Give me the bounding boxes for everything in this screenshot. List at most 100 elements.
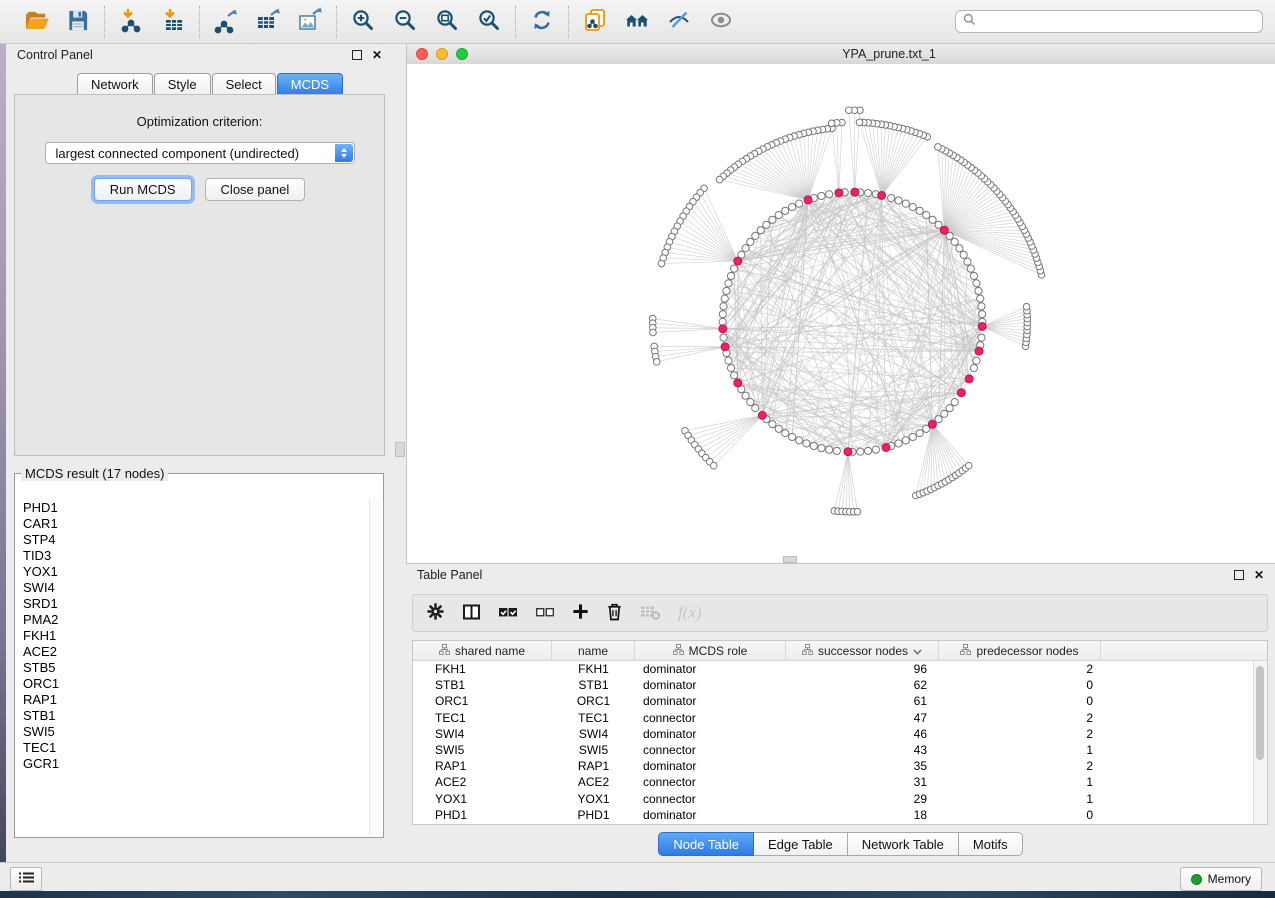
table-row[interactable]: YOX1YOX1connector291 [413,791,1267,807]
mcds-result-item[interactable]: ORC1 [23,676,369,692]
window-minimize-button[interactable] [436,48,448,60]
mcds-result-item[interactable]: YOX1 [23,564,369,580]
mcds-result-title: MCDS result (17 nodes) [21,466,168,481]
zoom-fit-button[interactable] [432,6,462,38]
table-scrollbar[interactable] [1253,661,1267,824]
export-image-button[interactable] [295,6,325,38]
mcds-result-item[interactable]: FKH1 [23,628,369,644]
close-panel-icon[interactable]: ✕ [372,49,382,61]
tab-edge-table[interactable]: Edge Table [754,832,848,856]
mcds-result-item[interactable]: STB1 [23,708,369,724]
first-neighbors-button[interactable] [622,6,652,38]
mcds-result-item[interactable]: TID3 [23,548,369,564]
mcds-result-item[interactable]: CAR1 [23,516,369,532]
mcds-result-item[interactable]: STB5 [23,660,369,676]
export-table-button[interactable] [253,6,283,38]
cell-name: YOX1 [552,792,635,806]
tab-style[interactable]: Style [154,73,211,95]
column-visibility-button[interactable] [462,603,481,624]
table-panel-title: Table Panel [417,568,482,582]
mcds-result-item[interactable]: SWI4 [23,580,369,596]
cell-predecessor-nodes: 1 [939,775,1101,789]
column-header-successor-nodes[interactable]: successor nodes [786,641,939,660]
tab-network-table[interactable]: Network Table [848,832,959,856]
tab-node-table[interactable]: Node Table [658,832,754,856]
mcds-result-item[interactable]: PHD1 [23,500,369,516]
window-zoom-button[interactable] [456,48,468,60]
tab-select[interactable]: Select [212,73,276,95]
network-canvas[interactable] [407,64,1275,563]
cell-shared-name: SWI5 [413,743,552,757]
export-table-icon [255,8,281,35]
hide-graphics-button[interactable] [664,6,694,38]
desktop-wallpaper-bottom [0,891,1275,898]
delete-table-button [640,603,661,624]
mcds-result-item[interactable]: ACE2 [23,644,369,660]
mcds-result-item[interactable]: SWI5 [23,724,369,740]
table-row[interactable]: PHD1PHD1dominator180 [413,807,1267,823]
zoom-out-button[interactable] [390,6,420,38]
table-row[interactable]: SWI5SWI5connector431 [413,742,1267,758]
table-row[interactable]: TEC1TEC1connector472 [413,710,1267,726]
splitter-grip[interactable] [395,442,405,457]
task-history-button[interactable] [10,867,42,891]
column-header-name[interactable]: name [552,641,635,660]
export-network-button[interactable] [211,6,241,38]
control-panel-titlebar: Control Panel ✕ [6,44,393,66]
table-options-gear-button[interactable] [426,602,445,624]
deselect-all-rows-button[interactable] [535,604,555,623]
tab-motifs[interactable]: Motifs [959,832,1023,856]
memory-button[interactable]: Memory [1180,867,1262,891]
float-table-panel-icon[interactable] [1234,570,1244,580]
mcds-result-item[interactable]: STP4 [23,532,369,548]
cell-successor-nodes: 46 [786,727,939,741]
horizontal-splitter-grip[interactable] [783,556,797,563]
column-header-shared-name[interactable]: shared name [413,641,552,660]
close-panel-button[interactable]: Close panel [205,178,306,201]
table-row[interactable]: ACE2ACE2connector311 [413,774,1267,790]
tab-mcds[interactable]: MCDS [277,73,343,95]
table-scrollbar-thumb[interactable] [1256,666,1264,760]
optimization-criterion-select[interactable]: largest connected component (undirected) [45,142,355,164]
import-network-button[interactable] [116,6,146,38]
select-all-rows-button[interactable] [498,604,518,623]
table-header-row: shared namenameMCDS rolesuccessor nodesp… [413,641,1267,661]
mcds-result-item[interactable]: GCR1 [23,756,369,772]
close-table-panel-icon[interactable]: ✕ [1254,569,1264,581]
float-panel-icon[interactable] [352,50,362,60]
show-graphics-button[interactable] [706,6,736,38]
select-all-rows-icon [498,604,518,623]
search-input[interactable] [981,14,1255,30]
search-field [955,10,1263,33]
table-row[interactable]: STB1STB1dominator620 [413,677,1267,693]
zoom-in-button[interactable] [348,6,378,38]
mcds-result-scrollbar[interactable] [369,499,381,835]
table-toolbar: f(x) [412,594,1268,632]
cell-name: TEC1 [552,711,635,725]
open-session-button[interactable] [21,6,51,38]
mcds-result-item[interactable]: RAP1 [23,692,369,708]
clone-network-button[interactable] [580,6,610,38]
window-close-button[interactable] [416,48,428,60]
table-row[interactable]: ORC1ORC1dominator610 [413,693,1267,709]
mcds-result-item[interactable]: TEC1 [23,740,369,756]
create-column-button[interactable] [572,603,589,623]
cell-shared-name: RAP1 [413,759,552,773]
table-row[interactable]: FKH1FKH1dominator962 [413,661,1267,677]
run-mcds-button[interactable]: Run MCDS [94,178,192,201]
zoom-selected-button[interactable] [474,6,504,38]
panel-splitter[interactable] [393,44,406,862]
save-session-button[interactable] [63,6,93,38]
tab-network[interactable]: Network [77,73,153,95]
cell-shared-name: STB1 [413,678,552,692]
import-table-button[interactable] [158,6,188,38]
column-header-predecessor-nodes[interactable]: predecessor nodes [939,641,1101,660]
table-row[interactable]: SWI4SWI4dominator462 [413,726,1267,742]
mcds-result-item[interactable]: PMA2 [23,612,369,628]
table-row[interactable]: RAP1RAP1dominator352 [413,758,1267,774]
mcds-result-item[interactable]: SRD1 [23,596,369,612]
refresh-layout-button[interactable] [527,6,557,38]
delete-columns-button[interactable] [606,602,623,624]
zoom-out-icon [393,8,417,35]
column-header-MCDS-role[interactable]: MCDS role [635,641,786,660]
